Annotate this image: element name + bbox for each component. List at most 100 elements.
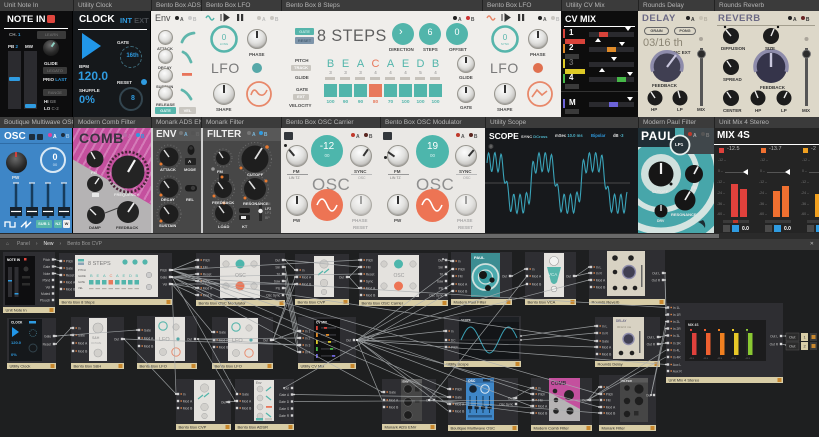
svg-text:In 3: In 3 xyxy=(305,344,311,348)
svg-text:-12 0: -12 0 xyxy=(731,358,737,360)
svg-text:Out L: Out L xyxy=(652,272,660,276)
svg-text:In 4L: In 4L xyxy=(673,349,680,353)
svg-text:Gate: Gate xyxy=(144,329,151,333)
svg-text:Mod B: Mod B xyxy=(606,412,616,416)
svg-text:0012.0 ms: 0012.0 ms xyxy=(617,325,632,329)
svg-text:Out: Out xyxy=(582,399,587,403)
svg-text:-12 0: -12 0 xyxy=(717,358,723,360)
svg-text:Bento Box CVP: Bento Box CVP xyxy=(298,300,326,305)
svg-text:Pitch: Pitch xyxy=(203,259,210,263)
svg-text:Mod B: Mod B xyxy=(389,406,399,410)
svg-text:FM: FM xyxy=(458,275,463,279)
svg-text:Gate: Gate xyxy=(242,393,249,397)
svg-text:Unit Mix 4 Stereo: Unit Mix 4 Stereo xyxy=(669,378,700,383)
svg-text:Mod A: Mod A xyxy=(78,342,88,346)
svg-text:E: E xyxy=(123,273,126,278)
svg-text:S&H: S&H xyxy=(92,336,100,340)
svg-text:FM: FM xyxy=(606,399,611,403)
svg-text:PAUL: PAUL xyxy=(474,255,485,260)
svg-text:Mod B: Mod B xyxy=(183,407,193,411)
svg-text:Gate: Gate xyxy=(66,267,73,271)
svg-text:Bento Box ADSR: Bento Box ADSR xyxy=(238,425,269,430)
svg-text:DELAY: DELAY xyxy=(616,319,627,323)
svg-text:Mod A: Mod A xyxy=(242,400,252,404)
svg-text:In 2L: In 2L xyxy=(673,320,680,324)
svg-text:Out R: Out R xyxy=(652,279,661,283)
svg-text:Note: Note xyxy=(43,272,50,276)
svg-text:VEL: VEL xyxy=(78,286,83,290)
svg-text:In 1: In 1 xyxy=(305,330,311,334)
svg-text:Gate A: Gate A xyxy=(279,393,290,397)
svg-text:Mod A: Mod A xyxy=(183,400,193,404)
svg-text:Mod B: Mod B xyxy=(78,350,88,354)
svg-text:Out: Out xyxy=(221,401,226,405)
svg-text:Mod B: Mod B xyxy=(596,286,606,290)
svg-text:Mod B: Mod B xyxy=(302,283,312,287)
svg-text:Ptouch: Ptouch xyxy=(40,299,50,303)
svg-text:Pitch: Pitch xyxy=(455,388,462,392)
svg-text:Pitch: Pitch xyxy=(160,269,167,273)
svg-text:Gate D: Gate D xyxy=(279,400,290,404)
svg-text:Reset: Reset xyxy=(366,273,375,277)
svg-text:Gate R: Gate R xyxy=(279,414,290,418)
svg-text:Out L: Out L xyxy=(647,336,655,340)
svg-text:ENV: ENV xyxy=(403,380,409,384)
svg-text:A: A xyxy=(103,273,106,278)
svg-text:Tri: Tri xyxy=(276,273,280,277)
svg-text:Bento Box LFO: Bento Box LFO xyxy=(140,364,167,369)
svg-text:-12 0: -12 0 xyxy=(689,358,695,360)
svg-text:In: In xyxy=(458,260,461,264)
svg-text:Mod A: Mod A xyxy=(366,287,376,291)
svg-text:E: E xyxy=(97,273,100,278)
svg-text:In 2R: In 2R xyxy=(673,327,681,331)
svg-text:Pitch: Pitch xyxy=(43,258,50,262)
svg-text:Gate: Gate xyxy=(219,331,226,335)
svg-text:In: In xyxy=(451,330,454,334)
svg-text:Gate: Gate xyxy=(43,265,50,269)
svg-text:Out: Out xyxy=(114,338,119,342)
svg-text:Out: Out xyxy=(346,339,351,343)
svg-text:Mod B: Mod B xyxy=(219,346,229,350)
svg-text:Out R: Out R xyxy=(770,343,779,347)
svg-text:OSC: OSC xyxy=(394,273,405,279)
svg-text:Mod B: Mod B xyxy=(366,294,376,298)
svg-text:OCTAVE: OCTAVE xyxy=(91,341,102,345)
svg-text:VCA: VCA xyxy=(548,272,557,277)
svg-text:Out: Out xyxy=(284,387,289,391)
svg-text:Aux R: Aux R xyxy=(673,370,683,374)
svg-text:Mod B: Mod B xyxy=(242,407,252,411)
svg-text:Mod A: Mod A xyxy=(302,276,312,280)
svg-text:8 STEPS: 8 STEPS xyxy=(88,261,111,267)
svg-text:In 1R: In 1R xyxy=(673,313,681,317)
svg-text:Muted: Muted xyxy=(41,292,50,296)
svg-text:Gate: Gate xyxy=(160,276,167,280)
svg-text:Gate S: Gate S xyxy=(279,407,290,411)
svg-text:Monark Filter: Monark Filter xyxy=(602,426,626,431)
svg-text:Unit Note In: Unit Note In xyxy=(6,308,27,313)
svg-text:Reset: Reset xyxy=(66,274,75,278)
svg-text:Pbnd: Pbnd xyxy=(42,279,50,283)
svg-text:Sync: Sync xyxy=(366,280,374,284)
svg-text:B: B xyxy=(90,273,93,278)
svg-text:Bento Box 8 Steps: Bento Box 8 Steps xyxy=(62,300,95,305)
svg-text:Gate: Gate xyxy=(44,335,51,339)
svg-text:Mod B: Mod B xyxy=(538,412,548,416)
svg-text:Pls: Pls xyxy=(439,287,444,291)
svg-text:B: B xyxy=(136,273,139,278)
svg-text:Modern Paul Filter: Modern Paul Filter xyxy=(454,300,487,305)
svg-text:Pitch: Pitch xyxy=(366,259,373,263)
svg-text:In R: In R xyxy=(596,272,603,276)
svg-text:Boutique Multiwave OSC: Boutique Multiwave OSC xyxy=(451,426,496,431)
svg-text:Out R: Out R xyxy=(647,343,656,347)
svg-text:Sin: Sin xyxy=(275,266,280,270)
svg-text:Osc Sync: Osc Sync xyxy=(266,294,280,298)
svg-text:Mod B: Mod B xyxy=(66,288,76,292)
svg-text:Mod B: Mod B xyxy=(144,345,154,349)
svg-text:Out: Out xyxy=(275,259,280,263)
svg-text:Mod A: Mod A xyxy=(458,283,468,287)
svg-text:Pls: Pls xyxy=(276,287,281,291)
svg-text:Gate: Gate xyxy=(602,340,609,344)
svg-text:Env: Env xyxy=(256,381,262,385)
svg-text:Reset: Reset xyxy=(43,343,52,347)
svg-text:Out: Out xyxy=(263,339,268,343)
